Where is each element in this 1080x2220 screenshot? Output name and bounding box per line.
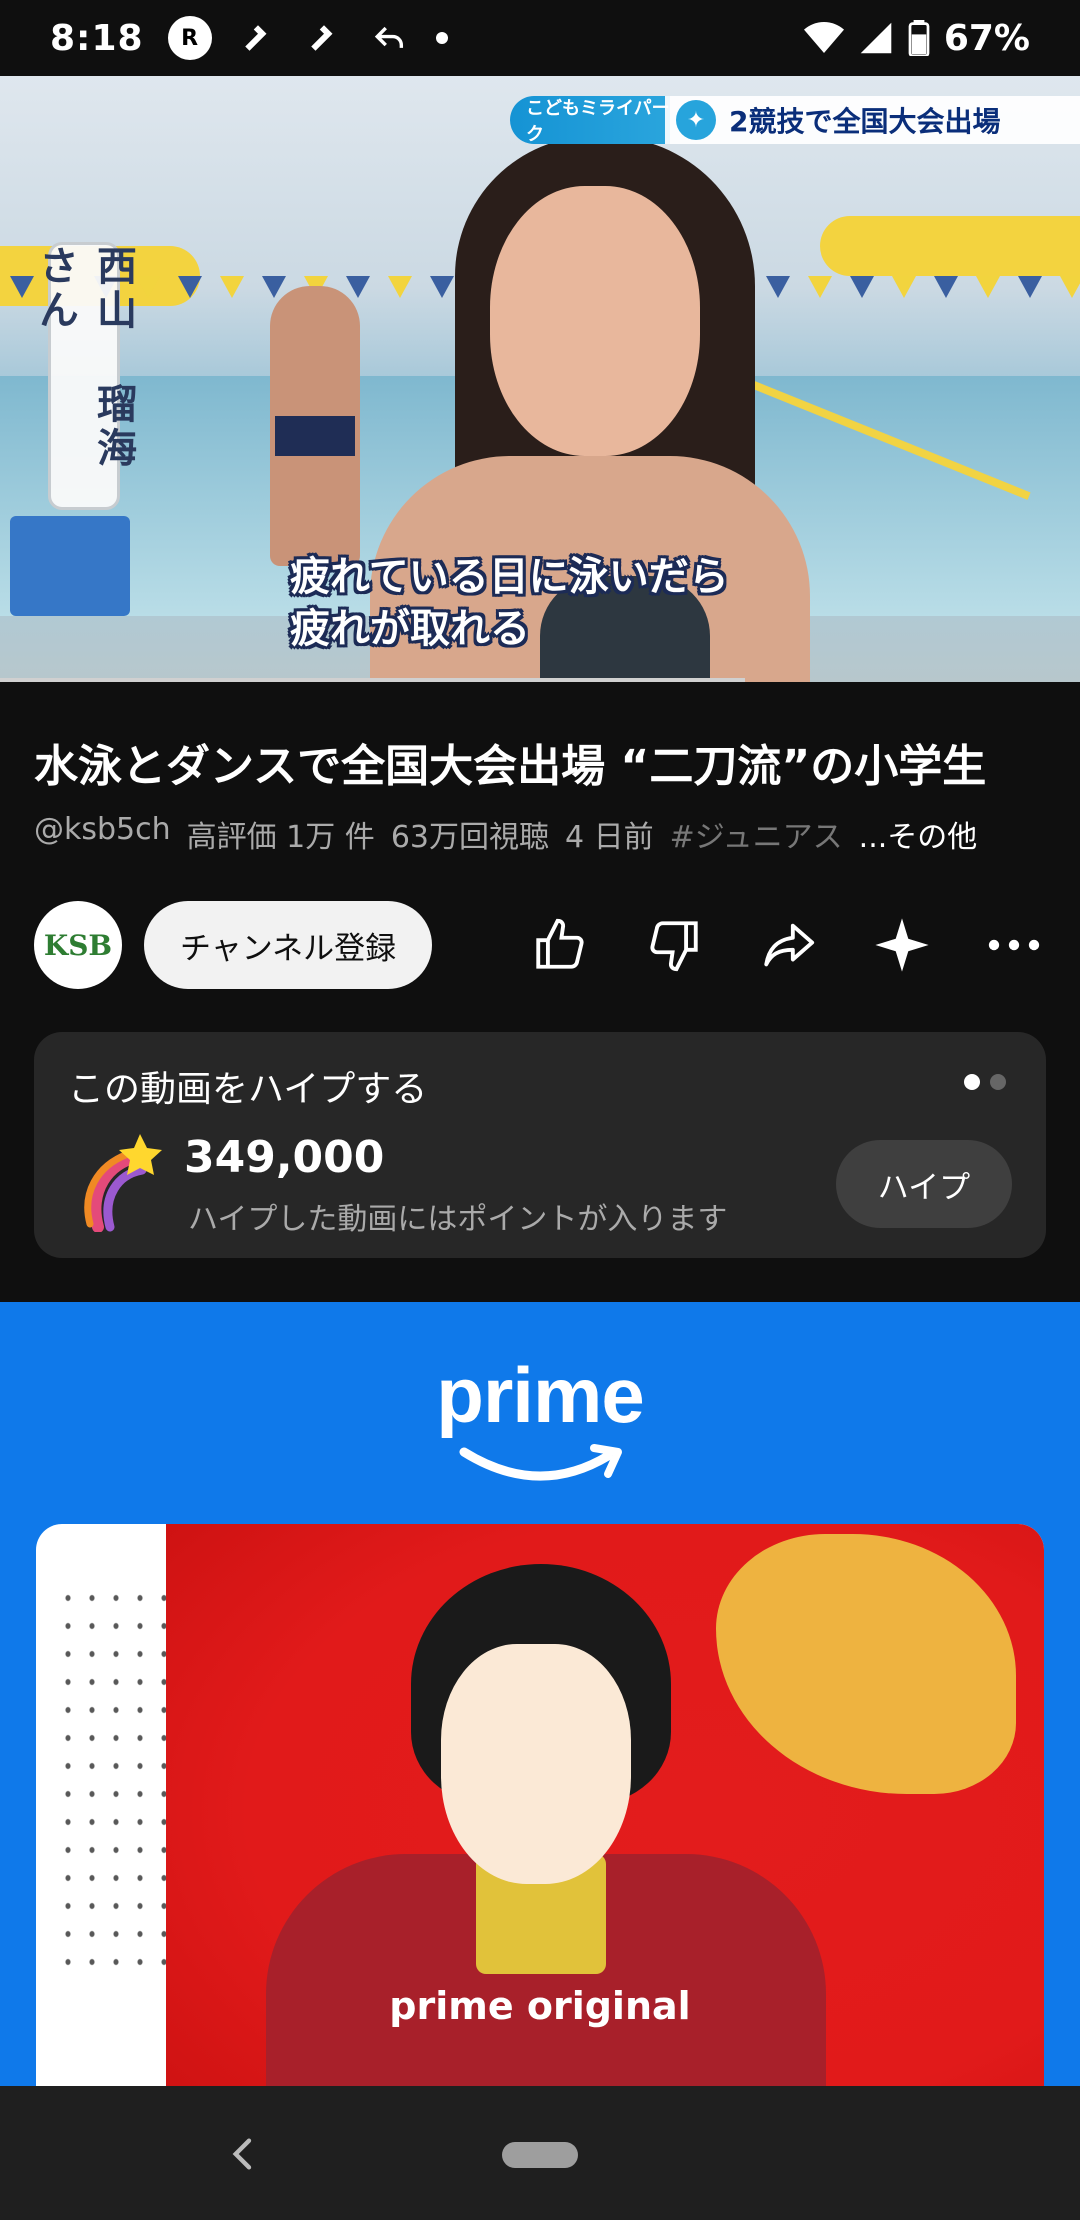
video-scene-element <box>275 416 355 456</box>
video-scene-element <box>490 186 700 456</box>
hype-card: この動画をハイプする 349,000 ハイプした動画にはポイントが入ります ハイ… <box>34 1032 1046 1258</box>
video-caption-tag: こどもミライパーク <box>510 96 670 145</box>
video-subtitle: 疲れている日に泳いだら 疲れが取れる <box>290 551 729 655</box>
prime-logo: prime <box>436 1351 644 1439</box>
bird-logo-icon: ✦ <box>676 100 716 140</box>
like-icon[interactable] <box>528 913 592 977</box>
carousel-dots <box>964 1074 1006 1090</box>
more-icon[interactable] <box>982 913 1046 977</box>
poster-character <box>441 1644 631 1884</box>
hammer-icon <box>238 18 278 58</box>
video-scene-element <box>10 516 130 616</box>
shooting-star-icon <box>84 1134 162 1232</box>
signal-icon <box>860 22 892 54</box>
hashtag: #ジュニアス <box>669 820 843 855</box>
channel-handle: @ksb5ch <box>34 812 171 847</box>
channel-avatar[interactable]: KSB <box>34 901 122 989</box>
amazon-smile-icon <box>459 1444 622 1481</box>
video-metadata[interactable]: @ksb5ch 高評価 1万 件 63万回視聴 4 日前 #ジュニアス ...そ… <box>34 812 977 856</box>
battery-icon <box>908 20 930 56</box>
battery-percentage: 67% <box>943 17 1030 59</box>
video-subtitle-line: 疲れている日に泳いだら <box>290 554 729 600</box>
rlink-icon: R <box>167 16 212 60</box>
dislike-icon[interactable] <box>642 913 706 977</box>
upload-age: 4 日前 <box>565 820 654 855</box>
wifi-icon <box>803 22 844 53</box>
prime-video-ad[interactable]: prime prime original <box>0 1302 1080 2086</box>
ad-poster[interactable]: prime original <box>36 1524 1044 2086</box>
sparkle-icon[interactable] <box>870 913 934 977</box>
reply-icon <box>370 18 410 58</box>
carousel-dot-active <box>964 1074 980 1090</box>
system-nav-bar <box>0 2086 1080 2220</box>
status-time: 8:18 <box>50 17 144 59</box>
video-title[interactable]: 水泳とダンスで全国大会出場 “二刀流”の小学生 <box>34 730 1044 794</box>
subscribe-button[interactable]: チャンネル登録 <box>144 901 433 989</box>
video-subtitle-line: 疲れが取れる <box>290 606 530 652</box>
video-caption-main: 2競技で全国大会出場 <box>665 96 1080 144</box>
video-player[interactable]: 西山 瑠海さん こどもミライパーク 2競技で全国大会出場 ✦ 疲れている日に泳い… <box>0 76 1080 682</box>
back-icon[interactable] <box>224 2134 264 2174</box>
hammer-icon <box>304 18 344 58</box>
action-row: KSB チャンネル登録 <box>34 900 1054 990</box>
like-count: 高評価 1万 件 <box>186 820 375 855</box>
hype-count: 349,000 <box>184 1132 385 1183</box>
more-link[interactable]: ...その他 <box>859 812 978 856</box>
carousel-dot <box>990 1074 1006 1090</box>
share-icon[interactable] <box>756 913 820 977</box>
video-scene-element <box>820 216 1080 276</box>
video-name-plate: 西山 瑠海さん <box>32 242 136 510</box>
home-pill[interactable] <box>502 2142 578 2168</box>
view-count: 63万回視聴 <box>390 820 549 855</box>
status-system-icons: 67% <box>803 17 1030 59</box>
hype-button[interactable]: ハイプ <box>836 1140 1012 1228</box>
status-bar: 8:18 R 67% <box>0 0 1080 76</box>
prime-original-label: prime original <box>389 1984 691 2028</box>
dot-icon <box>435 32 448 44</box>
status-notification-icons: R <box>167 16 448 60</box>
hype-title: この動画をハイプする <box>68 1069 428 1110</box>
hype-description: ハイプした動画にはポイントが入ります <box>188 1202 728 1237</box>
video-progress-bar[interactable] <box>0 678 746 682</box>
